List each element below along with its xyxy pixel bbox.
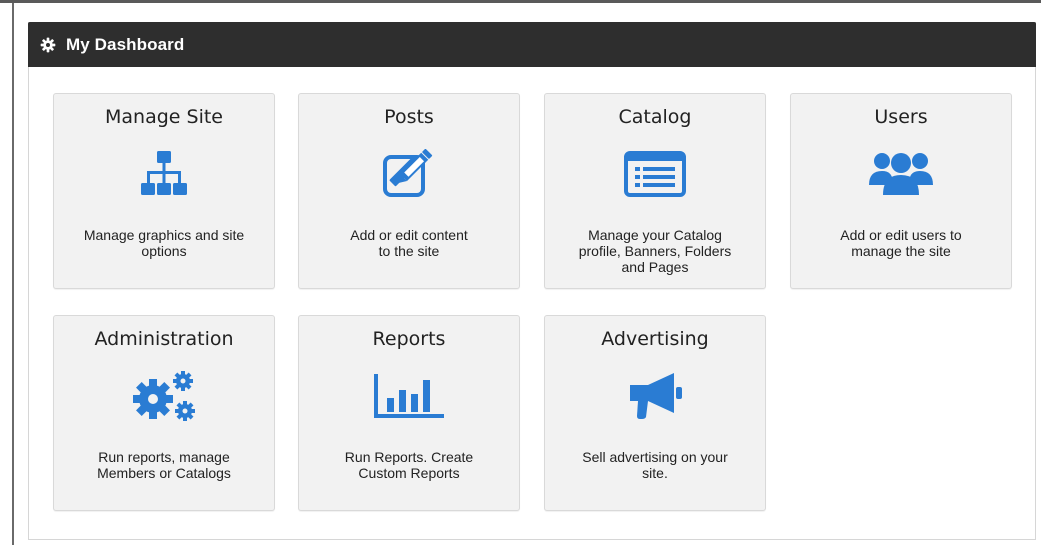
tile-title: Posts: [384, 106, 434, 128]
bar-chart-icon: [374, 374, 444, 418]
edit-icon: [383, 149, 433, 197]
tile-title: Manage Site: [105, 106, 223, 128]
tile-description: Manage graphics and site options: [83, 227, 245, 259]
dashboard-header: My Dashboard: [28, 22, 1036, 67]
gear-icon: [40, 37, 56, 53]
tile-manage-site[interactable]: Manage Site Manage graphics and site opt…: [53, 93, 275, 289]
tile-description: Manage your Catalog profile, Banners, Fo…: [578, 227, 732, 275]
tile-title: Catalog: [618, 106, 692, 128]
tile-title: Administration: [94, 328, 234, 350]
tile-posts[interactable]: Posts Add or edit content to the site: [298, 93, 520, 289]
tile-description: Add or edit users to manage the site: [840, 227, 962, 259]
tile-users[interactable]: Users Add or edit users to manage the si…: [790, 93, 1012, 289]
list-icon: [624, 151, 686, 197]
gears-icon: [133, 371, 195, 421]
tile-title: Reports: [372, 328, 446, 350]
tile-description: Sell advertising on your site.: [582, 449, 728, 481]
tile-description: Add or edit content to the site: [350, 227, 468, 259]
tile-description: Run Reports. Create Custom Reports: [344, 449, 474, 481]
megaphone-icon: [630, 373, 682, 419]
tile-advertising[interactable]: Advertising Sell advertising on your sit…: [544, 315, 766, 511]
users-icon: [869, 153, 933, 195]
tile-reports[interactable]: Reports Run Reports. Create Custom Repor…: [298, 315, 520, 511]
dashboard-title: My Dashboard: [66, 34, 185, 54]
tile-catalog[interactable]: Catalog Manage your Catalog profile, Ban…: [544, 93, 766, 289]
window-left-border: [12, 3, 14, 545]
tile-title: Users: [874, 106, 928, 128]
tile-administration[interactable]: Administration Run reports, manage Membe…: [53, 315, 275, 511]
window-top-border: [0, 0, 1041, 3]
sitemap-icon: [141, 151, 187, 195]
tile-title: Advertising: [601, 328, 709, 350]
tile-description: Run reports, manage Members or Catalogs: [97, 449, 231, 481]
